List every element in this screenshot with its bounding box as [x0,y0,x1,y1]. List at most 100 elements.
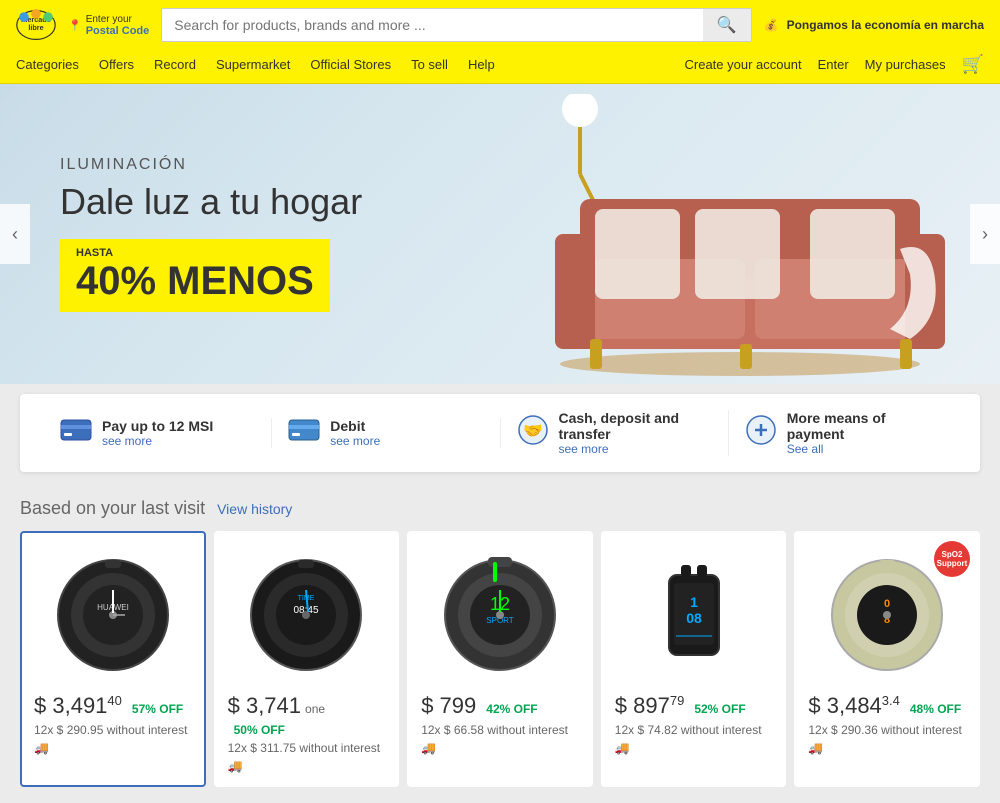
payment-item-more[interactable]: More means of payment See all [729,410,956,456]
header-right: 💰 Pongamos la economía en marcha [764,18,984,32]
price-line-2: $ 3,741 one 50% OFF [228,693,386,737]
payment-more-title: More means of payment [787,410,940,442]
product-discount-5: 48% OFF [910,702,961,716]
spo2-badge: SpO2Support [934,541,970,577]
product-price-1: $ 3,49140 [34,693,122,719]
product-installments-5: 12x $ 290.36 without interest [808,723,966,737]
shipping-1: 🚚 [34,741,192,755]
nav-enter[interactable]: Enter [818,57,849,72]
view-history-link[interactable]: View history [217,501,292,517]
nav-record[interactable]: Record [154,57,196,72]
nav-categories[interactable]: Categories [16,57,79,72]
shipping-3: 🚚 [421,741,579,755]
logo[interactable]: mercado libre [16,9,56,41]
postal-code-area[interactable]: 📍 Enter your Postal Code [68,14,149,37]
postal-label: Enter your [86,14,150,25]
banner-badge-big: 40% MENOS [76,259,314,303]
payment-more-text: More means of payment See all [787,410,940,456]
promo-icon: 💰 [764,18,779,32]
svg-text:0: 0 [884,598,890,610]
payment-msi-text: Pay up to 12 MSI see more [102,418,213,448]
sofa-decoration [540,119,960,384]
price-line-4: $ 89779 52% OFF [615,693,773,719]
product-discount-3: 42% OFF [486,702,537,716]
nav-official-stores[interactable]: Official Stores [310,57,391,72]
shipping-5: 🚚 [808,741,966,755]
product-installments-1: 12x $ 290.95 without interest [34,723,192,737]
svg-text:1: 1 [690,594,698,610]
product-image-1: HUAWEI [34,545,192,685]
location-icon: 📍 [68,19,82,32]
banner-title: Dale luz a tu hogar [60,180,362,223]
payment-cash-title: Cash, deposit and transfer [559,410,712,442]
cash-icon: 🤝 [517,414,549,453]
product-discount-1: 57% OFF [132,702,183,716]
nav-my-purchases[interactable]: My purchases [865,57,946,72]
payment-cash-text: Cash, deposit and transfer see more [559,410,712,456]
payment-cash-link[interactable]: see more [559,442,712,456]
banner-subtitle: ILUMINACIÓN [60,156,362,174]
nav-offers[interactable]: Offers [99,57,134,72]
product-discount-2: 50% OFF [234,723,285,737]
product-card-1[interactable]: HUAWEI $ 3,49140 57% OFF 12x $ 290.95 wi… [20,531,206,787]
shipping-4: 🚚 [615,741,773,755]
nav-create-account[interactable]: Create your account [685,57,802,72]
product-card-4[interactable]: 108 $ 89779 52% OFF 12x $ 74.82 without … [601,531,787,787]
logo-icon: mercado libre [16,9,56,41]
banner-next-button[interactable]: › [970,204,1000,264]
section-header: Based on your last visit View history [20,498,980,519]
svg-text:🤝: 🤝 [523,423,543,440]
product-card-3[interactable]: 12SPORT $ 799 42% OFF 12x $ 66.58 withou… [407,531,593,787]
banner-content: ILUMINACIÓN Dale luz a tu hogar HASTA 40… [0,116,422,352]
banner-badge: HASTA 40% MENOS [60,239,330,312]
search-bar: 🔍 [161,8,751,42]
price-suffix-2: one [305,702,325,716]
svg-text:libre: libre [28,23,43,32]
product-image-2: TIME08:45 [228,545,386,685]
payment-msi-link[interactable]: see more [102,434,213,448]
section-title: Based on your last visit [20,498,205,519]
product-card-2[interactable]: TIME08:45 $ 3,741 one 50% OFF 12x $ 311.… [214,531,400,787]
nav-right: Create your account Enter My purchases 🛒 [685,54,985,75]
product-installments-2: 12x $ 311.75 without interest [228,741,386,755]
product-image-4: 108 [615,545,773,685]
banner-badge-small: HASTA [76,247,314,259]
payment-msi-title: Pay up to 12 MSI [102,418,213,434]
payment-debit-text: Debit see more [330,418,380,448]
payment-bar: Pay up to 12 MSI see more Debit see more… [20,394,980,472]
promo-text: Pongamos la economía en marcha [787,18,984,32]
nav-bar: Categories Offers Record Supermarket Off… [0,50,1000,84]
product-price-2: $ 3,741 [228,693,301,719]
product-card-5[interactable]: SpO2Support 08 $ 3,4843.4 48% OFF 12x $ … [794,531,980,787]
more-payment-icon [745,414,777,453]
product-installments-4: 12x $ 74.82 without interest [615,723,773,737]
product-price-3: $ 799 [421,693,476,719]
payment-item-debit[interactable]: Debit see more [272,418,500,448]
postal-code-link[interactable]: Postal Code [86,25,150,37]
price-line-3: $ 799 42% OFF [421,693,579,719]
cart-icon[interactable]: 🛒 [962,54,984,75]
price-line-1: $ 3,49140 57% OFF [34,693,192,719]
search-button[interactable]: 🔍 [703,9,751,41]
product-image-3: 12SPORT [421,545,579,685]
payment-item-msi[interactable]: Pay up to 12 MSI see more [44,418,272,448]
product-discount-4: 52% OFF [694,702,745,716]
payment-debit-title: Debit [330,418,380,434]
product-price-5: $ 3,4843.4 [808,693,900,719]
hero-banner: ‹ ILUMINACIÓN Dale luz a tu hogar HASTA … [0,84,1000,384]
payment-debit-link[interactable]: see more [330,434,380,448]
header: mercado libre 📍 Enter your Postal Code 🔍… [0,0,1000,50]
product-installments-3: 12x $ 66.58 without interest [421,723,579,737]
msi-icon [60,419,92,448]
payment-item-cash[interactable]: 🤝 Cash, deposit and transfer see more [501,410,729,456]
price-line-5: $ 3,4843.4 48% OFF [808,693,966,719]
svg-text:08: 08 [686,610,702,626]
nav-to-sell[interactable]: To sell [411,57,448,72]
product-price-4: $ 89779 [615,693,685,719]
nav-supermarket[interactable]: Supermarket [216,57,290,72]
product-grid: HUAWEI $ 3,49140 57% OFF 12x $ 290.95 wi… [20,531,980,787]
payment-more-link[interactable]: See all [787,442,940,456]
debit-icon [288,419,320,448]
search-input[interactable] [162,9,702,41]
nav-help[interactable]: Help [468,57,495,72]
